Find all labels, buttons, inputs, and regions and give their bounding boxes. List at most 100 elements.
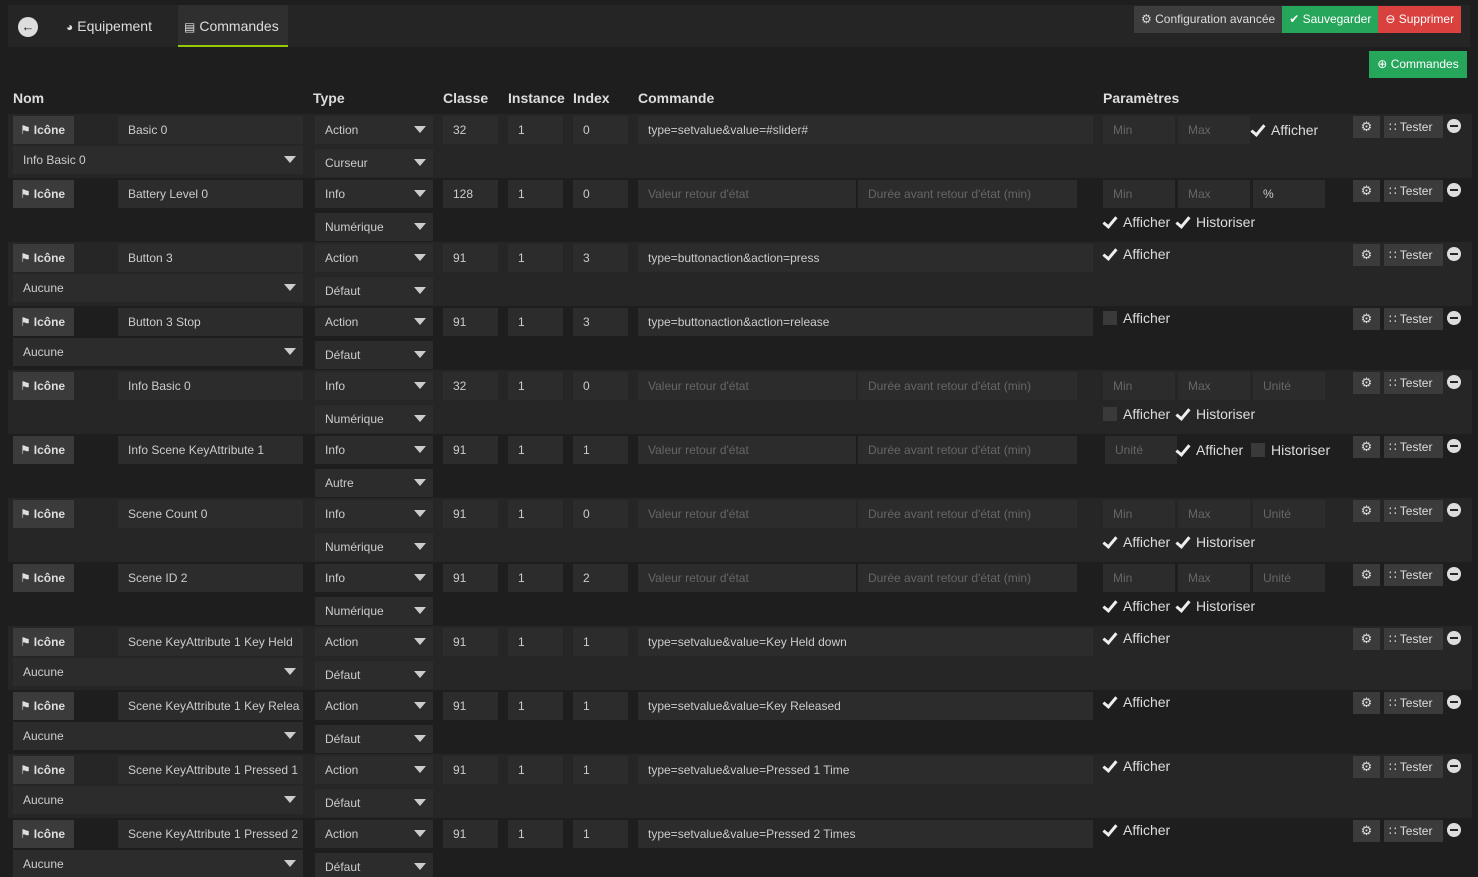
index-input[interactable]: 3 — [573, 308, 628, 336]
name-input[interactable]: Scene KeyAttribute 1 Key Held — [118, 628, 303, 656]
type-select[interactable]: Action — [315, 308, 433, 336]
state-return-delay-input[interactable]: Durée avant retour d'état (min) — [858, 180, 1077, 208]
classe-input[interactable]: 91 — [443, 692, 498, 720]
max-input[interactable]: Max — [1178, 500, 1250, 528]
advanced-config-button[interactable]: ⚙ Configuration avancée — [1134, 6, 1283, 33]
unit-input[interactable]: % — [1253, 180, 1325, 208]
test-button[interactable]: ∷ Tester — [1384, 372, 1443, 394]
index-input[interactable]: 1 — [573, 628, 628, 656]
instance-input[interactable]: 1 — [508, 244, 563, 272]
test-button[interactable]: ∷ Tester — [1384, 692, 1443, 714]
name-input[interactable]: Basic 0 — [118, 116, 303, 144]
afficher[interactable]: Afficher — [1103, 404, 1170, 424]
afficher[interactable]: Afficher — [1103, 212, 1170, 232]
icon-button[interactable]: ⚑ Icône — [13, 436, 74, 464]
icon-button[interactable]: ⚑ Icône — [13, 308, 74, 336]
subtype-select[interactable]: Défaut — [315, 853, 433, 877]
type-select[interactable]: Action — [315, 756, 433, 784]
subtype-select[interactable]: Numérique — [315, 405, 433, 433]
test-button[interactable]: ∷ Tester — [1384, 244, 1443, 266]
state-return-input[interactable]: Valeur retour d'état — [638, 372, 856, 400]
name-input[interactable]: Button 3 — [118, 244, 303, 272]
afficher-checkbox[interactable] — [1103, 599, 1117, 613]
test-button[interactable]: ∷ Tester — [1384, 436, 1443, 458]
historiser-checkbox[interactable] — [1176, 535, 1190, 549]
icon-button[interactable]: ⚑ Icône — [13, 180, 74, 208]
state-return-input[interactable]: Valeur retour d'état — [638, 436, 856, 464]
remove-command-icon[interactable] — [1447, 375, 1461, 389]
historiser[interactable]: Historiser — [1176, 212, 1255, 232]
afficher-checkbox[interactable] — [1103, 823, 1117, 837]
subtype-select[interactable]: Numérique — [315, 213, 433, 241]
remove-command-icon[interactable] — [1447, 119, 1461, 133]
afficher-checkbox[interactable] — [1103, 759, 1117, 773]
afficher[interactable]: Afficher — [1103, 756, 1170, 776]
command-input[interactable]: type=setvalue&value=#slider# — [638, 116, 1093, 144]
index-input[interactable]: 1 — [573, 436, 628, 464]
name-input[interactable]: Info Basic 0 — [118, 372, 303, 400]
test-button[interactable]: ∷ Tester — [1384, 308, 1443, 330]
command-input[interactable]: type=buttonaction&action=release — [638, 308, 1093, 336]
back-arrow-icon[interactable]: ← — [18, 17, 38, 37]
remove-command-icon[interactable] — [1447, 311, 1461, 325]
min-input[interactable]: Min — [1103, 564, 1175, 592]
unit-input[interactable]: Unité — [1253, 564, 1325, 592]
instance-input[interactable]: 1 — [508, 628, 563, 656]
linked-info-select[interactable]: Aucune — [13, 658, 303, 686]
advanced-settings-button[interactable]: ⚙ — [1353, 756, 1380, 778]
type-select[interactable]: Info — [315, 564, 433, 592]
max-input[interactable]: Max — [1178, 116, 1250, 144]
add-command-button[interactable]: ⊕ Commandes — [1369, 51, 1467, 78]
historiser[interactable]: Historiser — [1176, 532, 1255, 552]
test-button[interactable]: ∷ Tester — [1384, 820, 1443, 842]
classe-input[interactable]: 91 — [443, 564, 498, 592]
subtype-select[interactable]: Défaut — [315, 341, 433, 369]
instance-input[interactable]: 1 — [508, 116, 563, 144]
test-button[interactable]: ∷ Tester — [1384, 500, 1443, 522]
instance-input[interactable]: 1 — [508, 500, 563, 528]
classe-input[interactable]: 91 — [443, 500, 498, 528]
instance-input[interactable]: 1 — [508, 308, 563, 336]
advanced-settings-button[interactable]: ⚙ — [1353, 244, 1380, 266]
remove-command-icon[interactable] — [1447, 567, 1461, 581]
linked-info-select[interactable]: Info Basic 0 — [13, 146, 303, 174]
advanced-settings-button[interactable]: ⚙ — [1353, 500, 1380, 522]
test-button[interactable]: ∷ Tester — [1384, 564, 1443, 586]
afficher[interactable]: Afficher — [1103, 596, 1170, 616]
historiser-checkbox[interactable] — [1176, 599, 1190, 613]
name-input[interactable]: Scene Count 0 — [118, 500, 303, 528]
historiser-checkbox[interactable] — [1176, 407, 1190, 421]
linked-info-select[interactable]: Aucune — [13, 274, 303, 302]
classe-input[interactable]: 91 — [443, 820, 498, 848]
classe-input[interactable]: 91 — [443, 756, 498, 784]
test-button[interactable]: ∷ Tester — [1384, 628, 1443, 650]
subtype-select[interactable]: Défaut — [315, 661, 433, 689]
min-input[interactable]: Min — [1103, 372, 1175, 400]
historiser[interactable]: Historiser — [1251, 440, 1330, 460]
type-select[interactable]: Action — [315, 692, 433, 720]
advanced-settings-button[interactable]: ⚙ — [1353, 308, 1380, 330]
afficher-checkbox[interactable] — [1103, 215, 1117, 229]
advanced-settings-button[interactable]: ⚙ — [1353, 692, 1380, 714]
classe-input[interactable]: 91 — [443, 244, 498, 272]
unit-input[interactable]: Unité — [1105, 436, 1177, 464]
type-select[interactable]: Action — [315, 244, 433, 272]
afficher-checkbox[interactable] — [1103, 695, 1117, 709]
classe-input[interactable]: 91 — [443, 308, 498, 336]
advanced-settings-button[interactable]: ⚙ — [1353, 628, 1380, 650]
remove-command-icon[interactable] — [1447, 503, 1461, 517]
remove-command-icon[interactable] — [1447, 695, 1461, 709]
afficher-checkbox[interactable] — [1103, 407, 1117, 421]
index-input[interactable]: 1 — [573, 756, 628, 784]
afficher-checkbox[interactable] — [1176, 443, 1190, 457]
afficher-checkbox[interactable] — [1251, 123, 1265, 137]
subtype-select[interactable]: Autre — [315, 469, 433, 497]
advanced-settings-button[interactable]: ⚙ — [1353, 372, 1380, 394]
index-input[interactable]: 1 — [573, 692, 628, 720]
name-input[interactable]: Scene ID 2 — [118, 564, 303, 592]
classe-input[interactable]: 32 — [443, 372, 498, 400]
afficher[interactable]: Afficher — [1103, 244, 1170, 264]
subtype-select[interactable]: Défaut — [315, 725, 433, 753]
advanced-settings-button[interactable]: ⚙ — [1353, 436, 1380, 458]
state-return-delay-input[interactable]: Durée avant retour d'état (min) — [858, 372, 1077, 400]
